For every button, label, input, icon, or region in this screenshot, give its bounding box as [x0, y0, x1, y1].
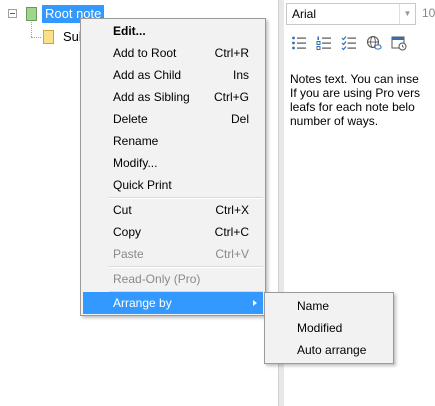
menu-item-paste[interactable]: Paste Ctrl+V	[83, 243, 263, 265]
format-toolbar	[288, 32, 435, 56]
menu-item-delete[interactable]: Delete Del	[83, 108, 263, 130]
menu-item-label: Quick Print	[113, 178, 172, 192]
submenu-item-auto-arrange[interactable]: Auto arrange	[267, 339, 391, 361]
menu-item-shortcut: Ctrl+V	[215, 247, 249, 261]
note-text-editor[interactable]: Notes text. You can inse If you are usin…	[290, 72, 435, 128]
tree-connector	[31, 22, 32, 37]
menu-item-shortcut: Ctrl+C	[214, 225, 249, 239]
menu-item-label: Paste	[113, 247, 144, 261]
note-text-line: If you are using Pro vers	[290, 86, 421, 100]
menu-item-add-as-child[interactable]: Add as Child Ins	[83, 64, 263, 86]
menu-item-quick-print[interactable]: Quick Print	[83, 174, 263, 196]
link-icon[interactable]	[363, 32, 385, 54]
menu-item-add-as-sibling[interactable]: Add as Sibling Ctrl+G	[83, 86, 263, 108]
menu-item-label: Add as Sibling	[113, 90, 190, 104]
font-size-select[interactable]: 10	[422, 3, 435, 23]
menu-item-cut[interactable]: Cut Ctrl+X	[83, 199, 263, 221]
tree-connector	[31, 37, 41, 38]
note-icon	[43, 30, 54, 44]
menu-item-shortcut: Ins	[232, 68, 249, 82]
menu-item-modify[interactable]: Modify...	[83, 152, 263, 174]
submenu-item-label: Auto arrange	[297, 343, 367, 357]
menu-item-label: Add to Root	[113, 46, 177, 60]
menu-item-label: Read-Only (Pro)	[113, 272, 201, 286]
menu-item-rename[interactable]: Rename	[83, 130, 263, 152]
font-name-value: Arial	[292, 7, 317, 21]
menu-item-shortcut: Ctrl+G	[213, 90, 249, 104]
menu-item-label: Add as Child	[113, 68, 182, 82]
font-name-select[interactable]: Arial ▼	[286, 3, 416, 25]
submenu-item-label: Modified	[297, 321, 343, 335]
collapse-toggle-icon[interactable]	[8, 9, 17, 18]
submenu-arrow-icon	[253, 300, 257, 306]
menu-item-read-only[interactable]: Read-Only (Pro)	[83, 268, 263, 290]
date-time-icon[interactable]	[388, 32, 410, 54]
menu-item-label: Edit...	[113, 24, 146, 38]
menu-item-label: Cut	[113, 203, 132, 217]
arrange-by-submenu: Name Modified Auto arrange	[264, 292, 394, 364]
menu-item-shortcut: Ctrl+X	[215, 203, 249, 217]
submenu-item-name[interactable]: Name	[267, 295, 391, 317]
menu-item-add-to-root[interactable]: Add to Root Ctrl+R	[83, 42, 263, 64]
bulleted-list-icon[interactable]	[288, 32, 310, 54]
menu-item-label: Modify...	[113, 156, 158, 170]
numbered-list-icon[interactable]	[313, 32, 335, 54]
menu-item-arrange-by[interactable]: Arrange by	[83, 292, 263, 314]
submenu-item-label: Name	[297, 299, 330, 313]
menu-item-label: Arrange by	[113, 296, 172, 310]
chevron-down-icon[interactable]: ▼	[399, 4, 415, 24]
menu-item-label: Rename	[113, 134, 159, 148]
menu-item-label: Copy	[113, 225, 142, 239]
note-text-line: number of ways.	[290, 114, 379, 128]
menu-item-edit[interactable]: Edit...	[83, 20, 263, 42]
note-text-line: leafs for each note belo	[290, 100, 415, 114]
menu-item-label: Delete	[113, 112, 148, 126]
note-icon	[26, 7, 37, 21]
submenu-item-modified[interactable]: Modified	[267, 317, 391, 339]
context-menu: Edit... Add to Root Ctrl+R Add as Child …	[80, 18, 266, 316]
checklist-icon[interactable]	[338, 32, 360, 54]
menu-item-copy[interactable]: Copy Ctrl+C	[83, 221, 263, 243]
note-text-line: Notes text. You can inse	[290, 72, 419, 86]
menu-item-shortcut: Del	[230, 112, 249, 126]
menu-item-shortcut: Ctrl+R	[214, 46, 249, 60]
